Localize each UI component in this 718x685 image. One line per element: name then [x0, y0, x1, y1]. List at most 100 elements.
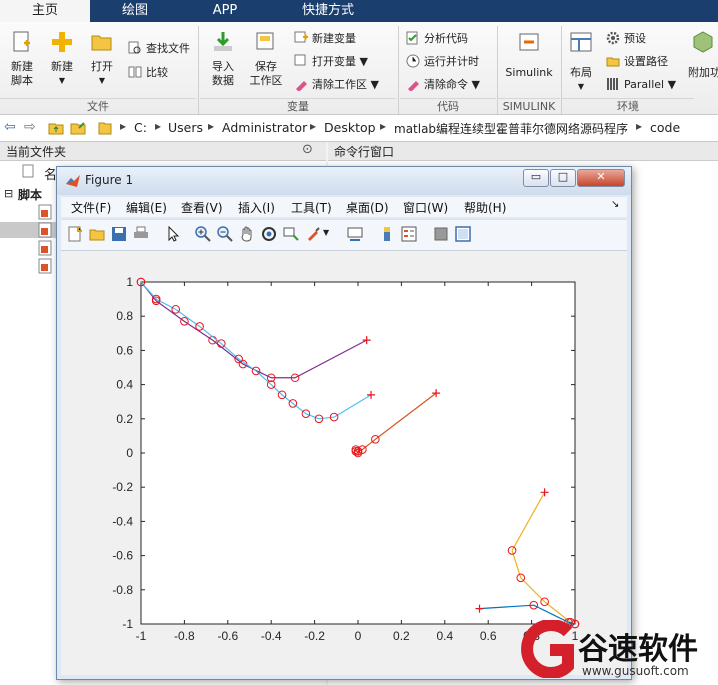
set-path-button[interactable]: 设置路径: [606, 53, 668, 71]
group-simulink-label: SIMULINK: [498, 98, 560, 115]
dock-arrow-icon[interactable]: ↘: [611, 199, 619, 210]
x-tick-label: -0.4: [261, 629, 282, 643]
folder-icon: [98, 122, 112, 135]
compare-button[interactable]: 比较: [128, 64, 168, 82]
zoom-out-icon[interactable]: [217, 226, 233, 242]
menu-tools[interactable]: 工具(T): [291, 199, 332, 216]
layout-icon: [570, 32, 592, 52]
tab-home[interactable]: 主页: [0, 0, 90, 22]
menu-desktop[interactable]: 桌面(D): [346, 199, 389, 216]
group-environment-label: 环境: [562, 98, 694, 115]
minimize-button[interactable]: ▭: [523, 169, 549, 187]
brush-icon[interactable]: [305, 226, 321, 242]
tab-plots[interactable]: 绘图: [92, 0, 178, 22]
tree-root-scripts[interactable]: 脚本: [18, 186, 42, 203]
address-bar: ⇦ ⇨ ▸ C: ▸ Users ▸ Administrator ▸ Deskt…: [0, 115, 718, 142]
pointer-icon[interactable]: [165, 226, 181, 242]
save-workspace-icon: [256, 32, 274, 50]
menu-view[interactable]: 查看(V): [181, 199, 223, 216]
menu-insert[interactable]: 插入(I): [238, 199, 275, 216]
brush-dropdown-icon[interactable]: ▼: [323, 228, 329, 237]
new-script-button[interactable]: 新建 脚本: [4, 30, 40, 88]
tab-shortcuts[interactable]: 快捷方式: [270, 0, 386, 22]
breadcrumb-administrator[interactable]: Administrator: [222, 120, 307, 135]
figure-titlebar[interactable]: Figure 1 ▭ □ ✕: [57, 167, 631, 195]
clear-workspace-button[interactable]: 清除工作区 ▼: [294, 76, 379, 94]
tab-apps[interactable]: APP: [182, 0, 268, 22]
run-and-time-button[interactable]: 运行并计时: [406, 53, 479, 71]
save-icon[interactable]: [111, 226, 127, 242]
menu-edit[interactable]: 编辑(E): [126, 199, 167, 216]
group-divider: [398, 26, 399, 114]
run-and-time-icon: [406, 54, 420, 68]
panel-menu-icon[interactable]: ⊙: [302, 142, 313, 157]
folder-open-icon: [91, 35, 112, 51]
command-window-title: 命令行窗口: [334, 145, 395, 159]
m-file-icon[interactable]: [38, 204, 52, 220]
rotate-3d-icon[interactable]: [261, 226, 277, 242]
parallel-button[interactable]: Parallel ▼: [606, 76, 676, 94]
panel-title: 当前文件夹: [6, 145, 67, 159]
browse-folder-icon[interactable]: [70, 120, 86, 136]
analyze-code-icon: [406, 31, 418, 45]
save-workspace-button[interactable]: 保存 工作区: [246, 30, 286, 88]
back-arrow-icon[interactable]: ⇦: [4, 119, 16, 135]
new-variable-button[interactable]: 新建变量: [294, 30, 356, 48]
simulink-button[interactable]: Simulink: [502, 30, 556, 80]
gear-icon: [606, 31, 620, 45]
y-tick-label: 0.6: [116, 343, 133, 357]
set-path-icon: [606, 57, 620, 67]
close-button[interactable]: ✕: [577, 169, 625, 187]
layout-button[interactable]: 布局 ▼: [564, 30, 598, 94]
legend-icon[interactable]: [401, 226, 417, 242]
open-variable-icon: [294, 54, 306, 66]
x-tick-label: -0.2: [304, 629, 325, 643]
print-icon[interactable]: [133, 226, 149, 242]
find-files-icon: [128, 41, 141, 54]
data-cursor-icon[interactable]: [283, 226, 299, 242]
addons-button[interactable]: 附加功: [688, 30, 718, 80]
open-file-icon[interactable]: [89, 226, 105, 242]
hide-plot-tools-icon[interactable]: [433, 226, 449, 242]
forward-arrow-icon[interactable]: ⇨: [24, 119, 36, 135]
show-plot-tools-icon[interactable]: [455, 226, 471, 242]
up-folder-icon[interactable]: [48, 120, 64, 136]
import-data-button[interactable]: 导入 数据: [204, 30, 242, 88]
breadcrumb-users[interactable]: Users: [168, 120, 203, 135]
analyze-code-button[interactable]: 分析代码: [406, 30, 468, 48]
m-file-icon[interactable]: [38, 240, 52, 256]
figure-window: Figure 1 ▭ □ ✕ 文件(F) 编辑(E) 查看(V) 插入(I) 工…: [56, 166, 632, 680]
matlab-logo-icon: [66, 175, 80, 187]
new-figure-icon[interactable]: [67, 226, 83, 242]
clear-commands-icon: [408, 81, 419, 91]
tree-collapse-icon[interactable]: ⊟: [4, 187, 13, 200]
breadcrumb-project[interactable]: matlab编程连续型霍普菲尔德网络源码程序: [394, 120, 628, 137]
open-button[interactable]: 打开 ▼: [84, 30, 120, 88]
watermark-brand: 谷速软件: [578, 632, 698, 667]
simulink-icon: [519, 33, 539, 51]
dropdown-arrow-icon: ▼: [577, 82, 585, 91]
link-plot-icon[interactable]: [347, 226, 363, 242]
breadcrumb-desktop[interactable]: Desktop: [324, 120, 376, 135]
preferences-button[interactable]: 预设: [606, 30, 646, 48]
maximize-button[interactable]: □: [550, 169, 576, 187]
m-file-icon[interactable]: [38, 258, 52, 274]
colorbar-icon[interactable]: [379, 226, 395, 242]
menu-file[interactable]: 文件(F): [71, 199, 111, 216]
menu-help[interactable]: 帮助(H): [464, 199, 506, 216]
y-tick-label: -0.6: [112, 549, 133, 563]
pan-hand-icon[interactable]: [239, 226, 255, 242]
x-tick-label: 0.6: [480, 629, 497, 643]
breadcrumb-c[interactable]: C:: [134, 120, 147, 135]
new-button[interactable]: 新建 ▼: [44, 30, 80, 88]
group-variable-label: 变量: [200, 98, 396, 115]
zoom-in-icon[interactable]: [195, 226, 211, 242]
open-variable-button[interactable]: 打开变量 ▼: [294, 53, 368, 71]
m-file-icon[interactable]: [38, 222, 52, 238]
menu-window[interactable]: 窗口(W): [403, 199, 448, 216]
breadcrumb-code[interactable]: code: [650, 120, 680, 135]
y-tick-label: 0.2: [116, 412, 133, 426]
clear-commands-button[interactable]: 清除命令 ▼: [406, 76, 480, 94]
x-tick-label: 0.2: [393, 629, 410, 643]
find-files-button[interactable]: 查找文件: [128, 40, 190, 58]
